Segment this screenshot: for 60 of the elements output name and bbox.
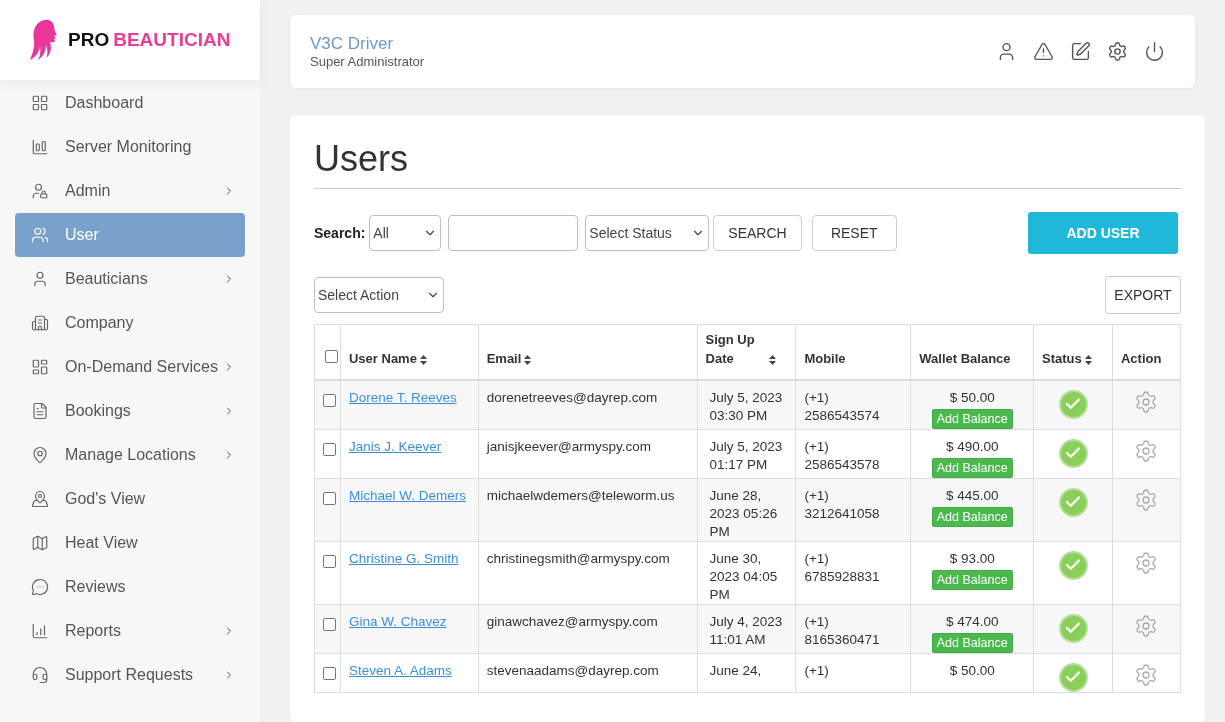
- mobile-number: 6785928831: [804, 567, 881, 586]
- country-code: (+1): [804, 437, 830, 456]
- field-select[interactable]: All: [369, 215, 442, 251]
- sidebar-item[interactable]: Support Requests: [15, 653, 245, 697]
- wallet-balance: $ 50.00: [949, 661, 995, 680]
- sidebar-item[interactable]: Heat View: [15, 521, 245, 565]
- mobile-number: 2586543574: [804, 406, 881, 425]
- email-text: christinegsmith@armyspy.com: [486, 550, 670, 566]
- mobile-number: 8165360471: [804, 630, 881, 649]
- country-code: (+1): [804, 486, 830, 505]
- column-header[interactable]: Status: [1042, 349, 1082, 369]
- column-header: Mobile: [804, 350, 846, 368]
- sidebar-item[interactable]: Server Monitoring: [15, 125, 245, 169]
- signup-date: July 4, 2023 11:01 AM: [709, 613, 783, 647]
- search-label: Search:: [314, 223, 366, 243]
- email-text: dorenetreeves@dayrep.com: [486, 389, 658, 405]
- country-code: (+1): [804, 388, 830, 407]
- user-role: Super Administrator: [310, 53, 425, 70]
- sidebar-item[interactable]: Dashboard: [15, 81, 245, 125]
- country-code: (+1): [804, 661, 830, 680]
- signup-date: June 30, 2023 04:05 PM: [709, 550, 778, 602]
- mobile-number: 2586543578: [804, 455, 881, 474]
- wallet-balance: $ 50.00: [949, 388, 995, 407]
- column-header[interactable]: Email: [486, 349, 522, 369]
- signup-date: June 24,: [709, 662, 762, 678]
- wallet-balance: $ 474.00: [945, 612, 999, 631]
- signup-date: July 5, 2023 01:17 PM: [709, 438, 783, 472]
- sidebar-item[interactable]: Admin: [15, 169, 245, 213]
- signup-date: July 5, 2023 03:30 PM: [709, 389, 783, 423]
- status-select[interactable]: Select Status: [585, 215, 710, 251]
- column-header[interactable]: User Name: [348, 349, 417, 369]
- reset-button[interactable]: RESET: [811, 215, 897, 251]
- sidebar-item[interactable]: Bookings: [15, 389, 245, 433]
- brand-name-first: PRO: [68, 27, 110, 52]
- brand-name-second: BEAUTICIAN: [113, 27, 231, 52]
- page-title: Users: [314, 135, 1181, 189]
- sidebar-item[interactable]: Reviews: [15, 565, 245, 609]
- email-text: michaelwdemers@teleworm.us: [486, 487, 675, 503]
- wallet-balance: $ 93.00: [949, 549, 995, 568]
- email-text: janisjkeever@armyspy.com: [486, 438, 651, 454]
- mobile-number: 3212641058: [804, 504, 881, 523]
- action-select[interactable]: Select Action: [314, 277, 444, 313]
- sidebar-item[interactable]: God's View: [15, 477, 245, 521]
- column-header: Wallet Balance: [919, 350, 1011, 368]
- sidebar-item[interactable]: Company: [15, 301, 245, 345]
- sidebar-item[interactable]: Beauticians: [15, 257, 245, 301]
- signup-date: June 28, 2023 05:26 PM: [709, 487, 778, 539]
- country-code: (+1): [804, 612, 830, 631]
- sidebar-item[interactable]: On-Demand Services: [15, 345, 245, 389]
- sidebar-item[interactable]: Manage Locations: [15, 433, 245, 477]
- country-code: (+1): [804, 549, 830, 568]
- wallet-balance: $ 490.00: [945, 437, 999, 456]
- user-name: V3C Driver: [310, 33, 395, 54]
- sidebar-item[interactable]: Reports: [15, 609, 245, 653]
- search-button[interactable]: SEARCH: [713, 215, 802, 251]
- column-header: Action: [1121, 350, 1162, 368]
- export-button[interactable]: EXPORT: [1105, 276, 1181, 314]
- email-text: ginawchavez@armyspy.com: [486, 613, 658, 629]
- wallet-balance: $ 445.00: [945, 486, 999, 505]
- email-text: stevenaadams@dayrep.com: [486, 662, 659, 678]
